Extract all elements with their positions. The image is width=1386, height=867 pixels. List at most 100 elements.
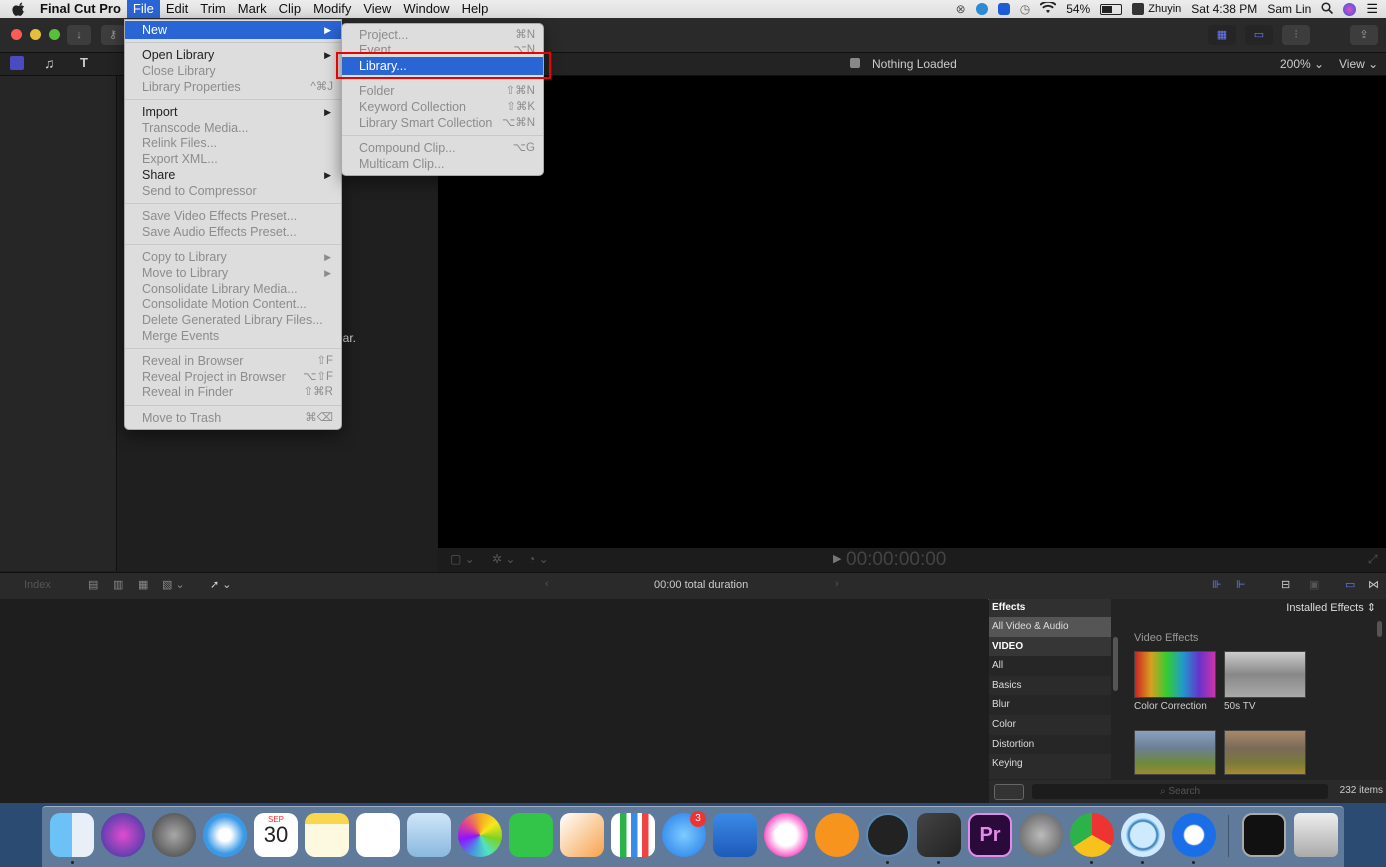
teamviewer-dock-icon[interactable] xyxy=(1172,813,1216,857)
file-menu-item-export-xml[interactable]: Export XML... xyxy=(125,151,341,167)
category-blur[interactable]: Blur xyxy=(989,695,1111,715)
overwrite-edit-icon[interactable]: ▧ ⌄ xyxy=(162,578,185,591)
spotlight-icon[interactable] xyxy=(1321,1,1334,17)
inspector-toggle-button[interactable]: ⫶ xyxy=(1282,25,1310,45)
spotlight-dock-icon[interactable] xyxy=(1121,813,1165,857)
category-keying[interactable]: Keying xyxy=(989,754,1111,774)
new-menu-item-project[interactable]: Project... ⌘N xyxy=(342,27,543,43)
safari-icon[interactable] xyxy=(203,813,247,857)
file-menu-item-reveal-project-in-browser[interactable]: Reveal Project in Browser ⌥⇧F xyxy=(125,369,341,385)
file-menu-item-transcode-media[interactable]: Transcode Media... xyxy=(125,120,341,136)
browser-toggle-button[interactable]: ▦ xyxy=(1208,25,1236,45)
installed-effects-dropdown[interactable]: Installed Effects ⇕ xyxy=(1286,601,1376,614)
category-distortion[interactable]: Distortion xyxy=(989,734,1111,755)
file-menu-item-copy-to-library[interactable]: Copy to Library ▶ xyxy=(125,249,341,265)
trash-icon[interactable] xyxy=(1294,813,1338,857)
qq-icon[interactable] xyxy=(975,3,988,15)
index-button[interactable]: Index xyxy=(24,579,51,591)
category-all-video-audio[interactable]: All Video & Audio xyxy=(989,617,1111,637)
calendar-icon[interactable]: SEP 30 xyxy=(254,813,298,857)
category-basics[interactable]: Basics xyxy=(989,676,1111,696)
finder-icon[interactable] xyxy=(50,813,94,857)
itunes-icon[interactable] xyxy=(764,813,808,857)
photos-icon[interactable] xyxy=(458,813,502,857)
crop-dropdown[interactable]: ▢ ⌄ xyxy=(450,552,475,566)
timeline-back-icon[interactable]: ‹ xyxy=(545,578,549,590)
menu-mark[interactable]: Mark xyxy=(232,0,273,18)
file-menu-item-new[interactable]: New ▶ xyxy=(125,21,341,39)
timeline-forward-icon[interactable]: › xyxy=(835,578,839,590)
battery-percent[interactable]: 54% xyxy=(1066,2,1090,16)
facetime-icon[interactable] xyxy=(509,813,553,857)
launchpad-icon[interactable] xyxy=(152,813,196,857)
file-menu-item-consolidate-motion-content[interactable]: Consolidate Motion Content... xyxy=(125,296,341,312)
photos-audio-icon[interactable]: ♫ xyxy=(44,55,55,71)
effects-search-field[interactable]: ⌕ Search xyxy=(1032,784,1328,799)
clip-appearance-icon[interactable]: ⊟ xyxy=(1281,578,1290,591)
transitions-browser-icon[interactable]: ⋈ xyxy=(1368,578,1379,591)
file-menu-item-reveal-in-finder[interactable]: Reveal in Finder ⇧⌘R xyxy=(125,384,341,400)
50s-tv-thumbnail[interactable] xyxy=(1224,651,1306,698)
file-menu-item-move-to-library[interactable]: Move to Library ▶ xyxy=(125,265,341,281)
apple-icon[interactable] xyxy=(12,2,26,16)
menu-trim[interactable]: Trim xyxy=(194,0,232,18)
titles-generators-icon[interactable]: T xyxy=(80,55,88,70)
file-menu-item-merge-events[interactable]: Merge Events xyxy=(125,328,341,344)
file-menu-item-send-to-compressor[interactable]: Send to Compressor xyxy=(125,183,341,199)
share-button[interactable]: ⇪ xyxy=(1350,25,1378,45)
ibooks-icon[interactable] xyxy=(815,813,859,857)
new-menu-item-library-smart-collection[interactable]: Library Smart Collection ⌥⌘N xyxy=(342,115,543,131)
teamviewer-icon[interactable] xyxy=(997,3,1010,15)
effects-browser-icon[interactable]: ▭ xyxy=(1345,578,1355,591)
insert-edit-icon[interactable]: ▥ xyxy=(113,578,123,591)
siri-dock-icon[interactable] xyxy=(101,813,145,857)
file-menu-item-library-properties[interactable]: Library Properties ^⌘J xyxy=(125,79,341,95)
new-menu-item-folder[interactable]: Folder ⇧⌘N xyxy=(342,83,543,99)
file-menu-item-relink-files[interactable]: Relink Files... xyxy=(125,135,341,151)
landscape-thumbnail-2[interactable] xyxy=(1224,730,1306,775)
input-method-icon[interactable] xyxy=(1132,3,1145,15)
menu-clip[interactable]: Clip xyxy=(273,0,307,18)
file-menu-item-save-audio-effects-preset[interactable]: Save Audio Effects Preset... xyxy=(125,224,341,240)
menu-app-name[interactable]: Final Cut Pro xyxy=(32,0,127,18)
landscape-thumbnail-1[interactable] xyxy=(1134,730,1216,775)
fullscreen-icon[interactable]: ⤢ xyxy=(1368,552,1378,567)
user-name[interactable]: Sam Lin xyxy=(1267,2,1311,16)
file-menu-item-reveal-in-browser[interactable]: Reveal in Browser ⇧F xyxy=(125,353,341,369)
reminders-icon[interactable] xyxy=(356,813,400,857)
notes-icon[interactable] xyxy=(305,813,349,857)
notification-center-icon[interactable]: ☰ xyxy=(1366,1,1378,17)
siri-icon[interactable] xyxy=(1343,2,1357,16)
file-menu-item-close-library[interactable]: Close Library xyxy=(125,63,341,79)
wifi-icon[interactable] xyxy=(1039,0,1057,17)
libraries-sidebar[interactable] xyxy=(0,76,117,571)
keynote-icon[interactable] xyxy=(713,813,757,857)
import-button[interactable]: ↓ xyxy=(67,25,91,45)
enhancements-dropdown[interactable]: ✲ ⌄ xyxy=(492,552,515,566)
timeline-area[interactable] xyxy=(0,599,988,803)
file-menu-item-import[interactable]: Import ▶ xyxy=(125,104,341,120)
preview-icon[interactable] xyxy=(407,813,451,857)
audio-skimming-icon[interactable]: ⊩ xyxy=(1236,578,1246,591)
file-menu-item-share[interactable]: Share ▶ xyxy=(125,167,341,183)
menu-modify[interactable]: Modify xyxy=(307,0,357,18)
numbers-icon[interactable] xyxy=(611,813,655,857)
menu-window[interactable]: Window xyxy=(397,0,455,18)
menu-help[interactable]: Help xyxy=(456,0,495,18)
skimming-icon[interactable]: ⊪ xyxy=(1212,578,1222,591)
timeline-index-icon[interactable]: ▣ xyxy=(1309,578,1319,591)
append-edit-icon[interactable]: ▤ xyxy=(88,578,98,591)
category-all[interactable]: All xyxy=(989,656,1111,676)
file-menu-item-move-to-trash[interactable]: Move to Trash ⌘⌫ xyxy=(125,410,341,426)
clock[interactable]: Sat 4:38 PM xyxy=(1191,2,1257,16)
keyword-button[interactable]: ⚷ xyxy=(101,25,125,45)
retime-dropdown[interactable]: ◔ ⌄ xyxy=(528,552,549,566)
menu-view[interactable]: View xyxy=(357,0,397,18)
zoom-window-button[interactable] xyxy=(49,29,60,40)
close-window-button[interactable] xyxy=(11,29,22,40)
chrome-icon[interactable] xyxy=(1070,813,1114,857)
file-menu-item-open-library[interactable]: Open Library ▶ xyxy=(125,47,341,63)
timeline-toggle-button[interactable]: ▭ xyxy=(1245,25,1273,45)
file-menu-item-save-video-effects-preset[interactable]: Save Video Effects Preset... xyxy=(125,208,341,224)
menu-file[interactable]: File xyxy=(126,0,160,18)
